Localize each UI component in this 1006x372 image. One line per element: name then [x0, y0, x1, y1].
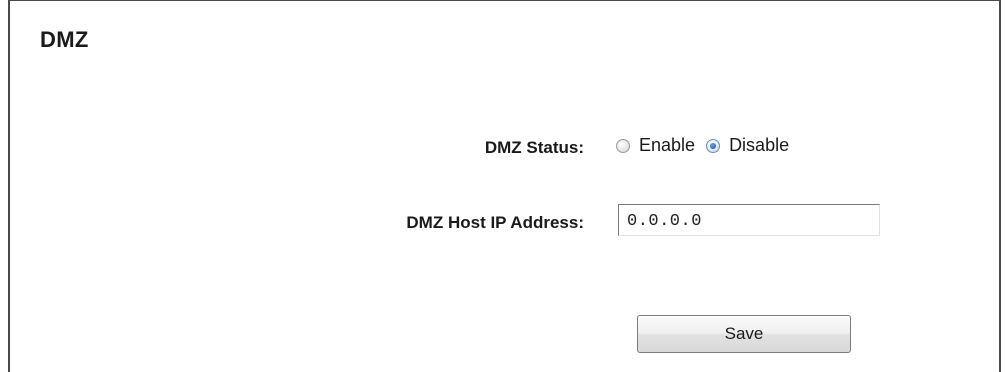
enable-radio-option[interactable]: Enable	[616, 135, 695, 156]
disable-radio-option[interactable]: Disable	[706, 135, 789, 156]
dmz-status-radio-group: Enable Disable	[616, 135, 789, 156]
disable-radio-button[interactable]	[706, 138, 721, 153]
disable-radio-label[interactable]: Disable	[729, 135, 789, 156]
dmz-status-label: DMZ Status:	[484, 138, 584, 157]
dmz-host-ip-label: DMZ Host IP Address:	[406, 213, 584, 232]
save-button[interactable]: Save	[637, 315, 851, 353]
dmz-panel: DMZ DMZ Status: Enable Disable DMZ Host …	[8, 0, 1001, 372]
page-title: DMZ	[40, 27, 89, 52]
enable-radio-label[interactable]: Enable	[639, 135, 695, 156]
dmz-host-ip-input[interactable]	[618, 204, 880, 236]
enable-radio-button[interactable]	[616, 138, 630, 153]
